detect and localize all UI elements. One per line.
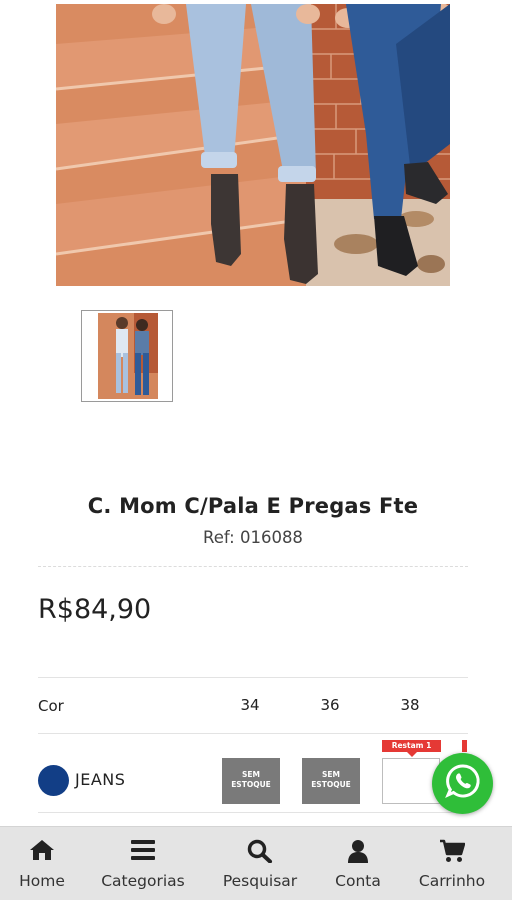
size-header-38: 38 xyxy=(400,696,420,714)
cart-icon xyxy=(410,839,494,865)
color-column-header: Cor xyxy=(38,697,64,715)
out-of-stock-36: SEM ESTOQUE xyxy=(302,758,360,804)
nav-home[interactable]: Home xyxy=(10,827,74,900)
product-price: R$84,90 xyxy=(38,594,152,625)
divider xyxy=(38,812,468,813)
whatsapp-icon xyxy=(444,763,481,804)
size-header-34: 34 xyxy=(240,696,260,714)
color-swatch-jeans xyxy=(38,765,69,796)
menu-icon xyxy=(92,839,194,865)
product-main-image[interactable] xyxy=(56,4,450,286)
remaining-stock-badge-partial xyxy=(462,740,467,752)
out-of-stock-line1: SEM xyxy=(242,770,260,779)
nav-label-pesquisar: Pesquisar xyxy=(222,872,298,890)
divider xyxy=(38,677,468,678)
nav-conta[interactable]: Conta xyxy=(326,827,390,900)
nav-label-conta: Conta xyxy=(335,872,381,890)
out-of-stock-line1: SEM xyxy=(322,770,340,779)
out-of-stock-line2: ESTOQUE xyxy=(311,780,351,789)
color-name-jeans: JEANS xyxy=(75,770,126,789)
nav-label-carrinho: Carrinho xyxy=(418,872,486,890)
user-icon xyxy=(326,839,390,865)
search-icon xyxy=(214,839,306,865)
product-title: C. Mom C/Pala E Pregas Fte xyxy=(87,494,419,518)
nav-label-home: Home xyxy=(19,872,65,890)
nav-categorias[interactable]: Categorias xyxy=(92,827,194,900)
out-of-stock-34: SEM ESTOQUE xyxy=(222,758,280,804)
size-header-36: 36 xyxy=(320,696,340,714)
nav-label-categorias: Categorias xyxy=(101,872,185,890)
nav-carrinho[interactable]: Carrinho xyxy=(410,827,494,900)
nav-pesquisar[interactable]: Pesquisar xyxy=(214,827,306,900)
product-reference: Ref: 016088 xyxy=(203,528,303,547)
product-page: C. Mom C/Pala E Pregas Fte Ref: 016088 R… xyxy=(0,0,512,900)
product-thumbnail[interactable] xyxy=(81,310,173,402)
bottom-navigation: Home Categorias Pesquisar Conta Carrinho xyxy=(0,826,512,900)
divider xyxy=(38,733,468,734)
divider xyxy=(38,566,468,567)
whatsapp-button[interactable] xyxy=(432,753,493,814)
out-of-stock-line2: ESTOQUE xyxy=(231,780,271,789)
remaining-stock-badge: Restam 1 xyxy=(382,740,441,757)
home-icon xyxy=(10,839,74,865)
